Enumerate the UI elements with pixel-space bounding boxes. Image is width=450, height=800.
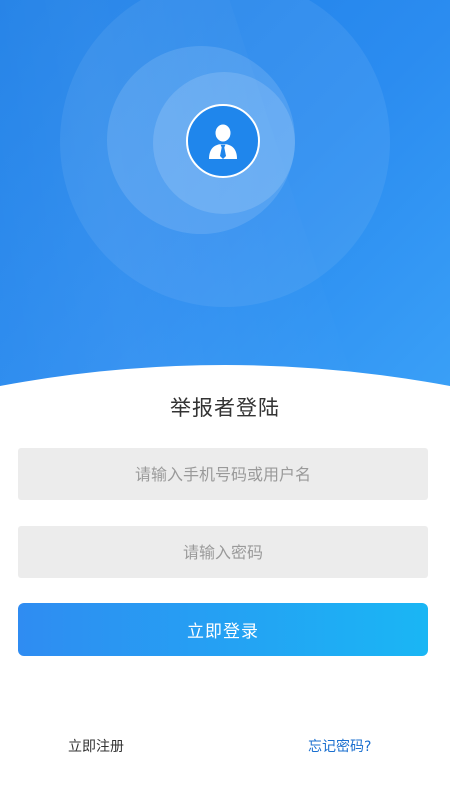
forgot-password-link[interactable]: 忘记密码?: [308, 736, 371, 756]
page-title: 举报者登陆: [170, 396, 280, 420]
login-button[interactable]: 立即登录: [18, 603, 428, 656]
register-link[interactable]: 立即注册: [68, 736, 124, 756]
header-banner: [0, 0, 450, 400]
phone-username-input[interactable]: [18, 448, 428, 500]
password-input[interactable]: [18, 526, 428, 578]
avatar: [186, 104, 260, 178]
user-tie-icon: [209, 124, 237, 159]
